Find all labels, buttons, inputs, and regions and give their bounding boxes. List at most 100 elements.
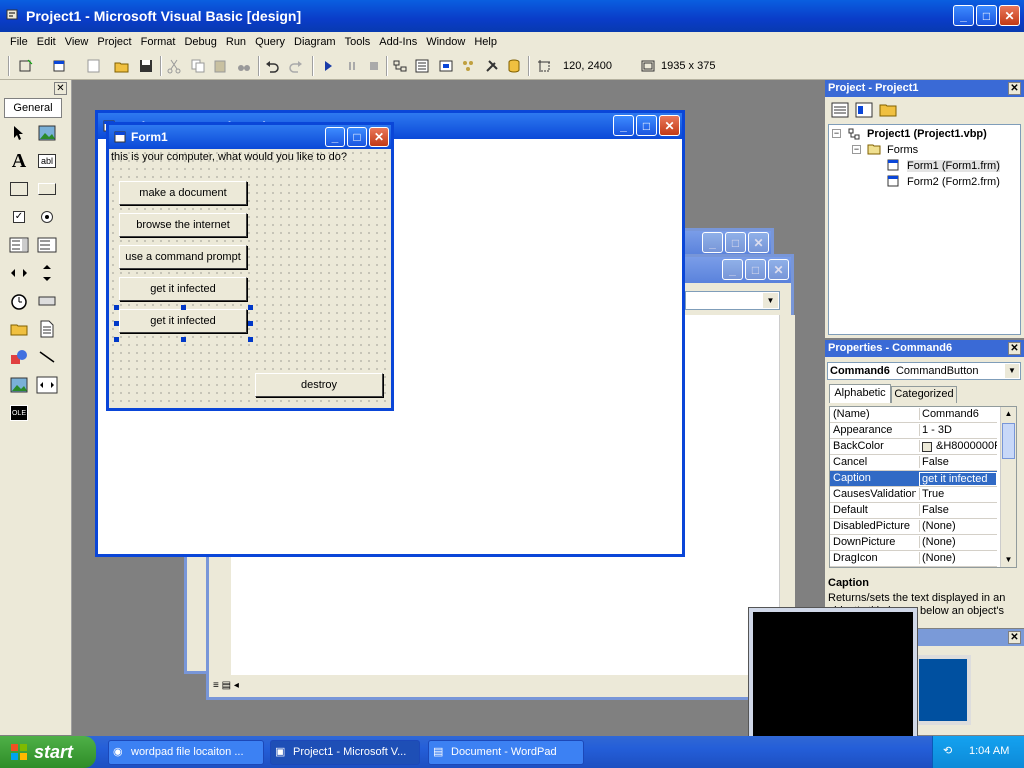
frame-icon[interactable] [8,178,30,200]
combobox-icon[interactable] [8,234,30,256]
minimize-button[interactable]: _ [953,5,974,26]
toolbox-close-icon[interactable]: ✕ [54,82,67,95]
commandbutton-icon[interactable] [36,178,58,200]
add-project-icon[interactable] [18,58,34,74]
code-close-button[interactable]: ✕ [768,259,789,280]
tray-app-icon[interactable]: ⟲ [943,744,952,757]
cut-icon[interactable] [166,58,182,74]
tab-categorized[interactable]: Categorized [891,386,957,403]
resize-handle[interactable] [181,305,186,310]
maximize-button[interactable]: □ [976,5,997,26]
task-visual-basic[interactable]: ▣ Project1 - Microsoft V... [270,740,420,765]
resize-handle[interactable] [114,337,119,342]
find-icon[interactable] [236,58,252,74]
view-object-icon[interactable] [855,102,873,118]
menu-run[interactable]: Run [226,36,246,48]
form-layout-close-icon[interactable]: ✕ [1008,631,1021,644]
bg1-close-button[interactable]: ✕ [748,232,769,253]
form-layout-preview[interactable] [915,655,971,725]
shape-icon[interactable] [8,346,30,368]
resize-handle[interactable] [248,337,253,342]
chevron-down-icon[interactable]: ▼ [1005,364,1019,378]
prop-row-disabledpicture[interactable]: DisabledPicture (None) [830,519,997,535]
close-button[interactable]: ✕ [999,5,1020,26]
optionbutton-icon[interactable] [36,206,58,228]
prompt-label[interactable]: this is your computer, what would you li… [111,151,347,163]
chevron-down-icon[interactable]: ▼ [763,293,778,308]
picturebox-icon[interactable] [36,122,58,144]
form1-window[interactable]: Form1 _ □ ✕ this is your computer, what … [106,122,394,411]
save-project-icon[interactable] [138,58,154,74]
designer-minimize-button[interactable]: _ [613,115,634,136]
tree-expander[interactable]: − [852,145,861,154]
checkbox-icon[interactable]: ✓ [8,206,30,228]
view-code-icon[interactable] [831,102,849,118]
menu-add-ins[interactable]: Add-Ins [379,36,417,48]
resize-handle[interactable] [248,321,253,326]
form1-maximize-button[interactable]: □ [347,127,367,147]
label-icon[interactable]: A [8,150,30,172]
resize-handle[interactable] [181,337,186,342]
code-hscrollbar[interactable]: ≡ ▤ ◂ [213,679,293,695]
menu-view[interactable]: View [65,36,89,48]
task-wordpad-file-location[interactable]: ◉ wordpad file locaiton ... [108,740,264,765]
ole-icon[interactable]: OLE [8,402,30,424]
code-minimize-button[interactable]: _ [722,259,743,280]
image-icon[interactable] [8,374,30,396]
menu-editor-icon[interactable] [86,58,102,74]
redo-icon[interactable] [288,58,304,74]
procedure-dropdown[interactable]: ▼ [685,291,780,310]
break-icon[interactable] [344,58,360,74]
forms-folder-label[interactable]: Forms [887,144,918,156]
toolbox-icon[interactable] [484,58,500,74]
properties-window-icon[interactable] [414,58,430,74]
destroy-button[interactable]: destroy [255,373,383,397]
undo-icon[interactable] [264,58,280,74]
hscrollbar-icon[interactable] [8,262,30,284]
object-selector[interactable]: Command6 CommandButton ▼ [827,362,1021,380]
filelistbox-icon[interactable] [36,318,58,340]
task-wordpad-document[interactable]: ▤ Document - WordPad [428,740,584,765]
end-icon[interactable] [366,58,382,74]
bg1-maximize-button[interactable]: □ [725,232,746,253]
menu-help[interactable]: Help [474,36,497,48]
project-root-label[interactable]: Project1 (Project1.vbp) [867,128,987,140]
copy-icon[interactable] [190,58,206,74]
paste-icon[interactable] [212,58,228,74]
pointer-icon[interactable] [8,122,30,144]
resize-handle[interactable] [114,305,119,310]
prop-row-downpicture[interactable]: DownPicture (None) [830,535,997,551]
command-prompt-button[interactable]: use a command prompt [119,245,247,269]
prop-row-cancel[interactable]: Cancel False [830,455,997,471]
designer-close-button[interactable]: ✕ [659,115,680,136]
prop-row-backcolor[interactable]: BackColor &H8000000F [830,439,997,455]
object-browser-icon[interactable] [460,58,476,74]
menu-format[interactable]: Format [141,36,176,48]
prop-row-causesvalidation[interactable]: CausesValidation True [830,487,997,503]
form-layout-icon[interactable] [438,58,454,74]
prop-row-default[interactable]: Default False [830,503,997,519]
toolbox-tab-general[interactable]: General [4,98,62,118]
designer-maximize-button[interactable]: □ [636,115,657,136]
line-icon[interactable] [36,346,58,368]
prop-row-name[interactable]: (Name) Command6 [830,407,997,423]
menu-window[interactable]: Window [426,36,465,48]
run-icon[interactable] [320,58,336,74]
form2-file-item[interactable]: Form2 (Form2.frm) [907,176,1000,188]
menu-tools[interactable]: Tools [345,36,371,48]
resize-handle[interactable] [248,305,253,310]
menu-debug[interactable]: Debug [184,36,216,48]
menu-file[interactable]: File [10,36,28,48]
timer-icon[interactable] [8,290,30,312]
form1-close-button[interactable]: ✕ [369,127,389,147]
resize-handle[interactable] [114,321,119,326]
get-infected-button-1[interactable]: get it infected [119,277,247,301]
menu-query[interactable]: Query [255,36,285,48]
clock[interactable]: 1:04 AM [969,745,1009,757]
toggle-folders-icon[interactable] [879,102,897,118]
prop-row-caption[interactable]: Caption get it infected [830,471,997,487]
properties-vscrollbar[interactable]: ▲ ▼ [1000,407,1016,567]
prop-row-appearance[interactable]: Appearance 1 - 3D [830,423,997,439]
add-form-icon[interactable] [52,58,68,74]
make-document-button[interactable]: make a document [119,181,247,205]
